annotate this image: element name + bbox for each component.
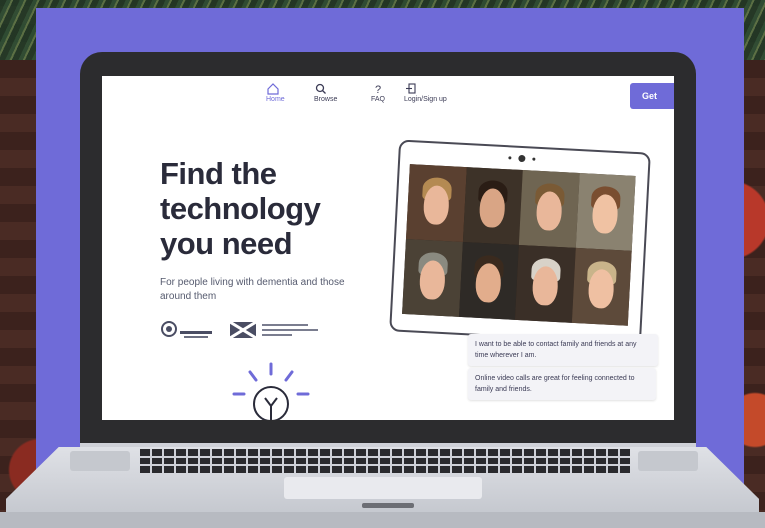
video-tile [571, 247, 632, 326]
hero-title-line-1: Find the [160, 156, 277, 191]
video-call-grid [402, 164, 636, 326]
video-tile [575, 173, 636, 251]
video-tile [462, 167, 523, 245]
nav-browse-label: Browse [314, 96, 338, 103]
speaker-grille-left [70, 451, 130, 471]
video-tile [405, 164, 467, 242]
get-started-button[interactable]: Get [630, 83, 674, 109]
nav-login-label: Login/Sign up [404, 96, 447, 103]
quote-bubble-two: Online video calls are great for feeling… [468, 368, 656, 400]
nav-home[interactable]: Home [266, 82, 285, 103]
laptop-keyboard [140, 449, 630, 473]
video-tile [402, 239, 463, 317]
hero-title-line-3: you need [160, 226, 293, 261]
nav-faq-label: FAQ [371, 96, 386, 103]
laptop-trackpad [284, 477, 482, 499]
nav-home-label: Home [266, 96, 285, 103]
nav-faq[interactable]: ? FAQ [371, 82, 385, 103]
laptop-front-edge [0, 512, 765, 528]
site-navbar: Home Browse ? FAQ Login/Sign up Get [102, 76, 674, 118]
hero-subtitle: For people living with dementia and thos… [160, 277, 345, 302]
tablet-illustration [389, 139, 651, 345]
tablet-camera [518, 154, 526, 163]
keyboard-row-gap [140, 456, 630, 458]
partner-logo-one [161, 321, 212, 338]
search-icon [315, 83, 326, 94]
keyboard-row-gap [140, 464, 630, 466]
video-tile [518, 170, 580, 248]
video-tile [458, 241, 519, 320]
hero-title-line-2: technology [160, 191, 321, 226]
laptop-notch [362, 503, 414, 508]
speaker-grille-right [638, 451, 698, 471]
home-icon [267, 83, 279, 95]
lightbulb-icon [232, 362, 310, 420]
hero-title: Find the technology you need [160, 156, 390, 261]
svg-text:?: ? [375, 84, 381, 96]
tablet-sensor [532, 157, 536, 161]
tablet-sensor [508, 156, 512, 160]
nav-browse[interactable]: Browse [314, 82, 337, 103]
question-icon: ? [375, 84, 381, 96]
login-icon [406, 83, 416, 94]
nav-login[interactable]: Login/Sign up [404, 82, 447, 103]
quote-bubble-one: I want to be able to contact family and … [468, 334, 658, 366]
partner-logo-two [230, 320, 318, 340]
laptop-screen: Home Browse ? FAQ Login/Sign up Get Find… [102, 76, 674, 420]
video-tile [514, 244, 576, 323]
